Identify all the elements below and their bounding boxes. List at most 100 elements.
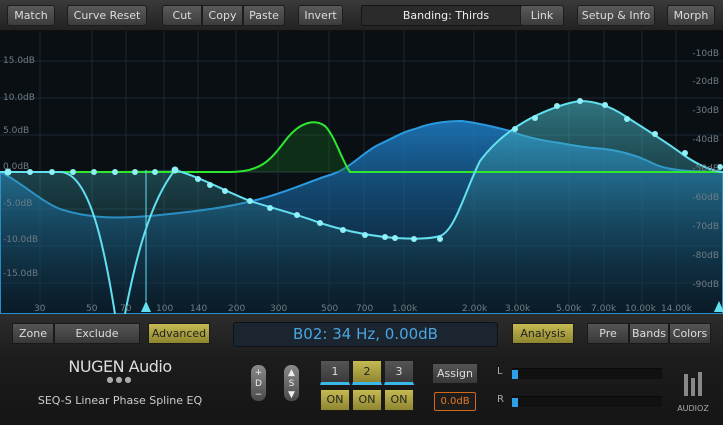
band-1-on-toggle[interactable]: ON xyxy=(320,389,350,411)
db-label-left: 0.0dB xyxy=(3,162,30,172)
freq-label: 50 xyxy=(86,304,98,314)
s-knob-label: S xyxy=(288,379,295,389)
s-knob[interactable]: ▲ S ▼ xyxy=(283,364,300,402)
db-label-right: -10dB xyxy=(692,49,719,59)
copy-button[interactable]: Copy xyxy=(202,5,243,26)
eq-graph[interactable]: 15.0dB 10.0dB 5.0dB 0.0dB -5.0dB -10.0dB… xyxy=(0,31,723,314)
freq-label: 500 xyxy=(321,304,339,314)
curve-node[interactable] xyxy=(112,169,118,175)
curve-node[interactable] xyxy=(602,102,608,108)
exclude-button[interactable]: Exclude xyxy=(54,323,140,344)
toolbar: Match Curve Reset Cut Copy Paste Invert … xyxy=(0,0,723,31)
watermark-logo-icon xyxy=(684,372,702,396)
d-knob-minus: − xyxy=(254,390,263,400)
freq-label: 100 xyxy=(156,304,174,314)
curve-node[interactable] xyxy=(247,198,253,204)
curve-node[interactable] xyxy=(392,235,398,241)
freq-label: 7.00k xyxy=(591,304,617,314)
curve-node[interactable] xyxy=(577,98,583,104)
bands-button[interactable]: Bands xyxy=(629,323,669,344)
zone-button[interactable]: Zone xyxy=(12,323,54,344)
band-1-select[interactable]: 1 xyxy=(320,360,350,385)
paste-button[interactable]: Paste xyxy=(243,5,285,26)
match-button[interactable]: Match xyxy=(7,5,55,26)
db-label-right: -30dB xyxy=(692,106,719,116)
pre-button[interactable]: Pre xyxy=(587,323,629,344)
curve-node[interactable] xyxy=(317,220,323,226)
brand-name: NUGEN Audio xyxy=(68,357,172,376)
meter-left-fill xyxy=(512,370,518,379)
db-label-left: 15.0dB xyxy=(3,56,35,66)
d-knob[interactable]: + D − xyxy=(250,364,267,402)
freq-label: 300 xyxy=(270,304,288,314)
freq-label: 10.00k xyxy=(625,304,656,314)
freq-label: 1.00k xyxy=(392,304,418,314)
db-label-left: -5.0dB xyxy=(3,199,33,209)
product-name: SEQ-S Linear Phase Spline EQ xyxy=(37,394,203,407)
advanced-button[interactable]: Advanced xyxy=(148,323,210,344)
curve-node[interactable] xyxy=(132,169,138,175)
freq-label: 5.00k xyxy=(556,304,582,314)
curve-node[interactable] xyxy=(207,182,213,188)
curve-node[interactable] xyxy=(682,150,688,156)
colors-button[interactable]: Colors xyxy=(669,323,711,344)
dots-icon: ●●● xyxy=(106,375,134,384)
meter-right xyxy=(512,396,662,407)
curve-node[interactable] xyxy=(222,188,228,194)
meter-left xyxy=(512,368,662,379)
arrow-down-icon: ▼ xyxy=(288,390,295,400)
freq-label: 3.00k xyxy=(505,304,531,314)
db-label-left: 10.0dB xyxy=(3,93,35,103)
curve-node[interactable] xyxy=(91,169,97,175)
curve-node[interactable] xyxy=(70,169,76,175)
db-label-left: -15.0dB xyxy=(3,269,39,279)
db-label-right: -70dB xyxy=(692,222,719,232)
band-2-select[interactable]: 2 xyxy=(352,360,382,385)
band-3-select[interactable]: 3 xyxy=(384,360,414,385)
curve-node[interactable] xyxy=(652,131,658,137)
curve-node[interactable] xyxy=(411,236,417,242)
curve-reset-button[interactable]: Curve Reset xyxy=(67,5,147,26)
curve-node[interactable] xyxy=(267,205,273,211)
curve-node[interactable] xyxy=(532,115,538,121)
assign-button[interactable]: Assign xyxy=(432,363,478,384)
db-label-right: -50dB xyxy=(692,164,719,174)
db-label-right: -60dB xyxy=(692,193,719,203)
freq-label: 30 xyxy=(34,304,46,314)
db-label-left: 5.0dB xyxy=(3,126,30,136)
freq-label: 14.00k xyxy=(661,304,692,314)
banding-selector[interactable]: Banding: Thirds xyxy=(361,5,531,26)
curve-node[interactable] xyxy=(49,169,55,175)
gain-readout[interactable]: 0.0dB xyxy=(434,392,476,411)
meter-right-label: R xyxy=(497,394,504,405)
watermark: AUDIOZ xyxy=(668,372,718,418)
arrow-up-icon: ▲ xyxy=(288,368,295,378)
curve-node[interactable] xyxy=(437,236,443,242)
curve-node[interactable] xyxy=(195,176,201,182)
freq-label: 200 xyxy=(228,304,246,314)
brand-block: NUGEN Audio ●●● SEQ-S Linear Phase Splin… xyxy=(30,357,210,407)
curve-node[interactable] xyxy=(512,126,518,132)
analysis-button[interactable]: Analysis xyxy=(512,323,574,344)
freq-label: 140 xyxy=(190,304,208,314)
curve-node[interactable] xyxy=(382,234,388,240)
freq-label: 2.00k xyxy=(462,304,488,314)
curve-node[interactable] xyxy=(340,227,346,233)
meter-right-fill xyxy=(512,398,518,407)
curve-node[interactable] xyxy=(362,232,368,238)
invert-button[interactable]: Invert xyxy=(298,5,343,26)
freq-label: 70 xyxy=(120,304,132,314)
cut-button[interactable]: Cut xyxy=(162,5,202,26)
curve-node[interactable] xyxy=(624,116,630,122)
curve-node[interactable] xyxy=(171,166,179,174)
curve-node[interactable] xyxy=(152,169,158,175)
setup-info-button[interactable]: Setup & Info xyxy=(577,5,655,26)
db-label-right: -20dB xyxy=(692,77,719,87)
db-label-right: -40dB xyxy=(692,135,719,145)
curve-node[interactable] xyxy=(554,103,560,109)
morph-button[interactable]: Morph xyxy=(667,5,715,26)
band-3-on-toggle[interactable]: ON xyxy=(384,389,414,411)
link-button[interactable]: Link xyxy=(520,5,564,26)
band-2-on-toggle[interactable]: ON xyxy=(352,389,382,411)
curve-node[interactable] xyxy=(294,212,300,218)
